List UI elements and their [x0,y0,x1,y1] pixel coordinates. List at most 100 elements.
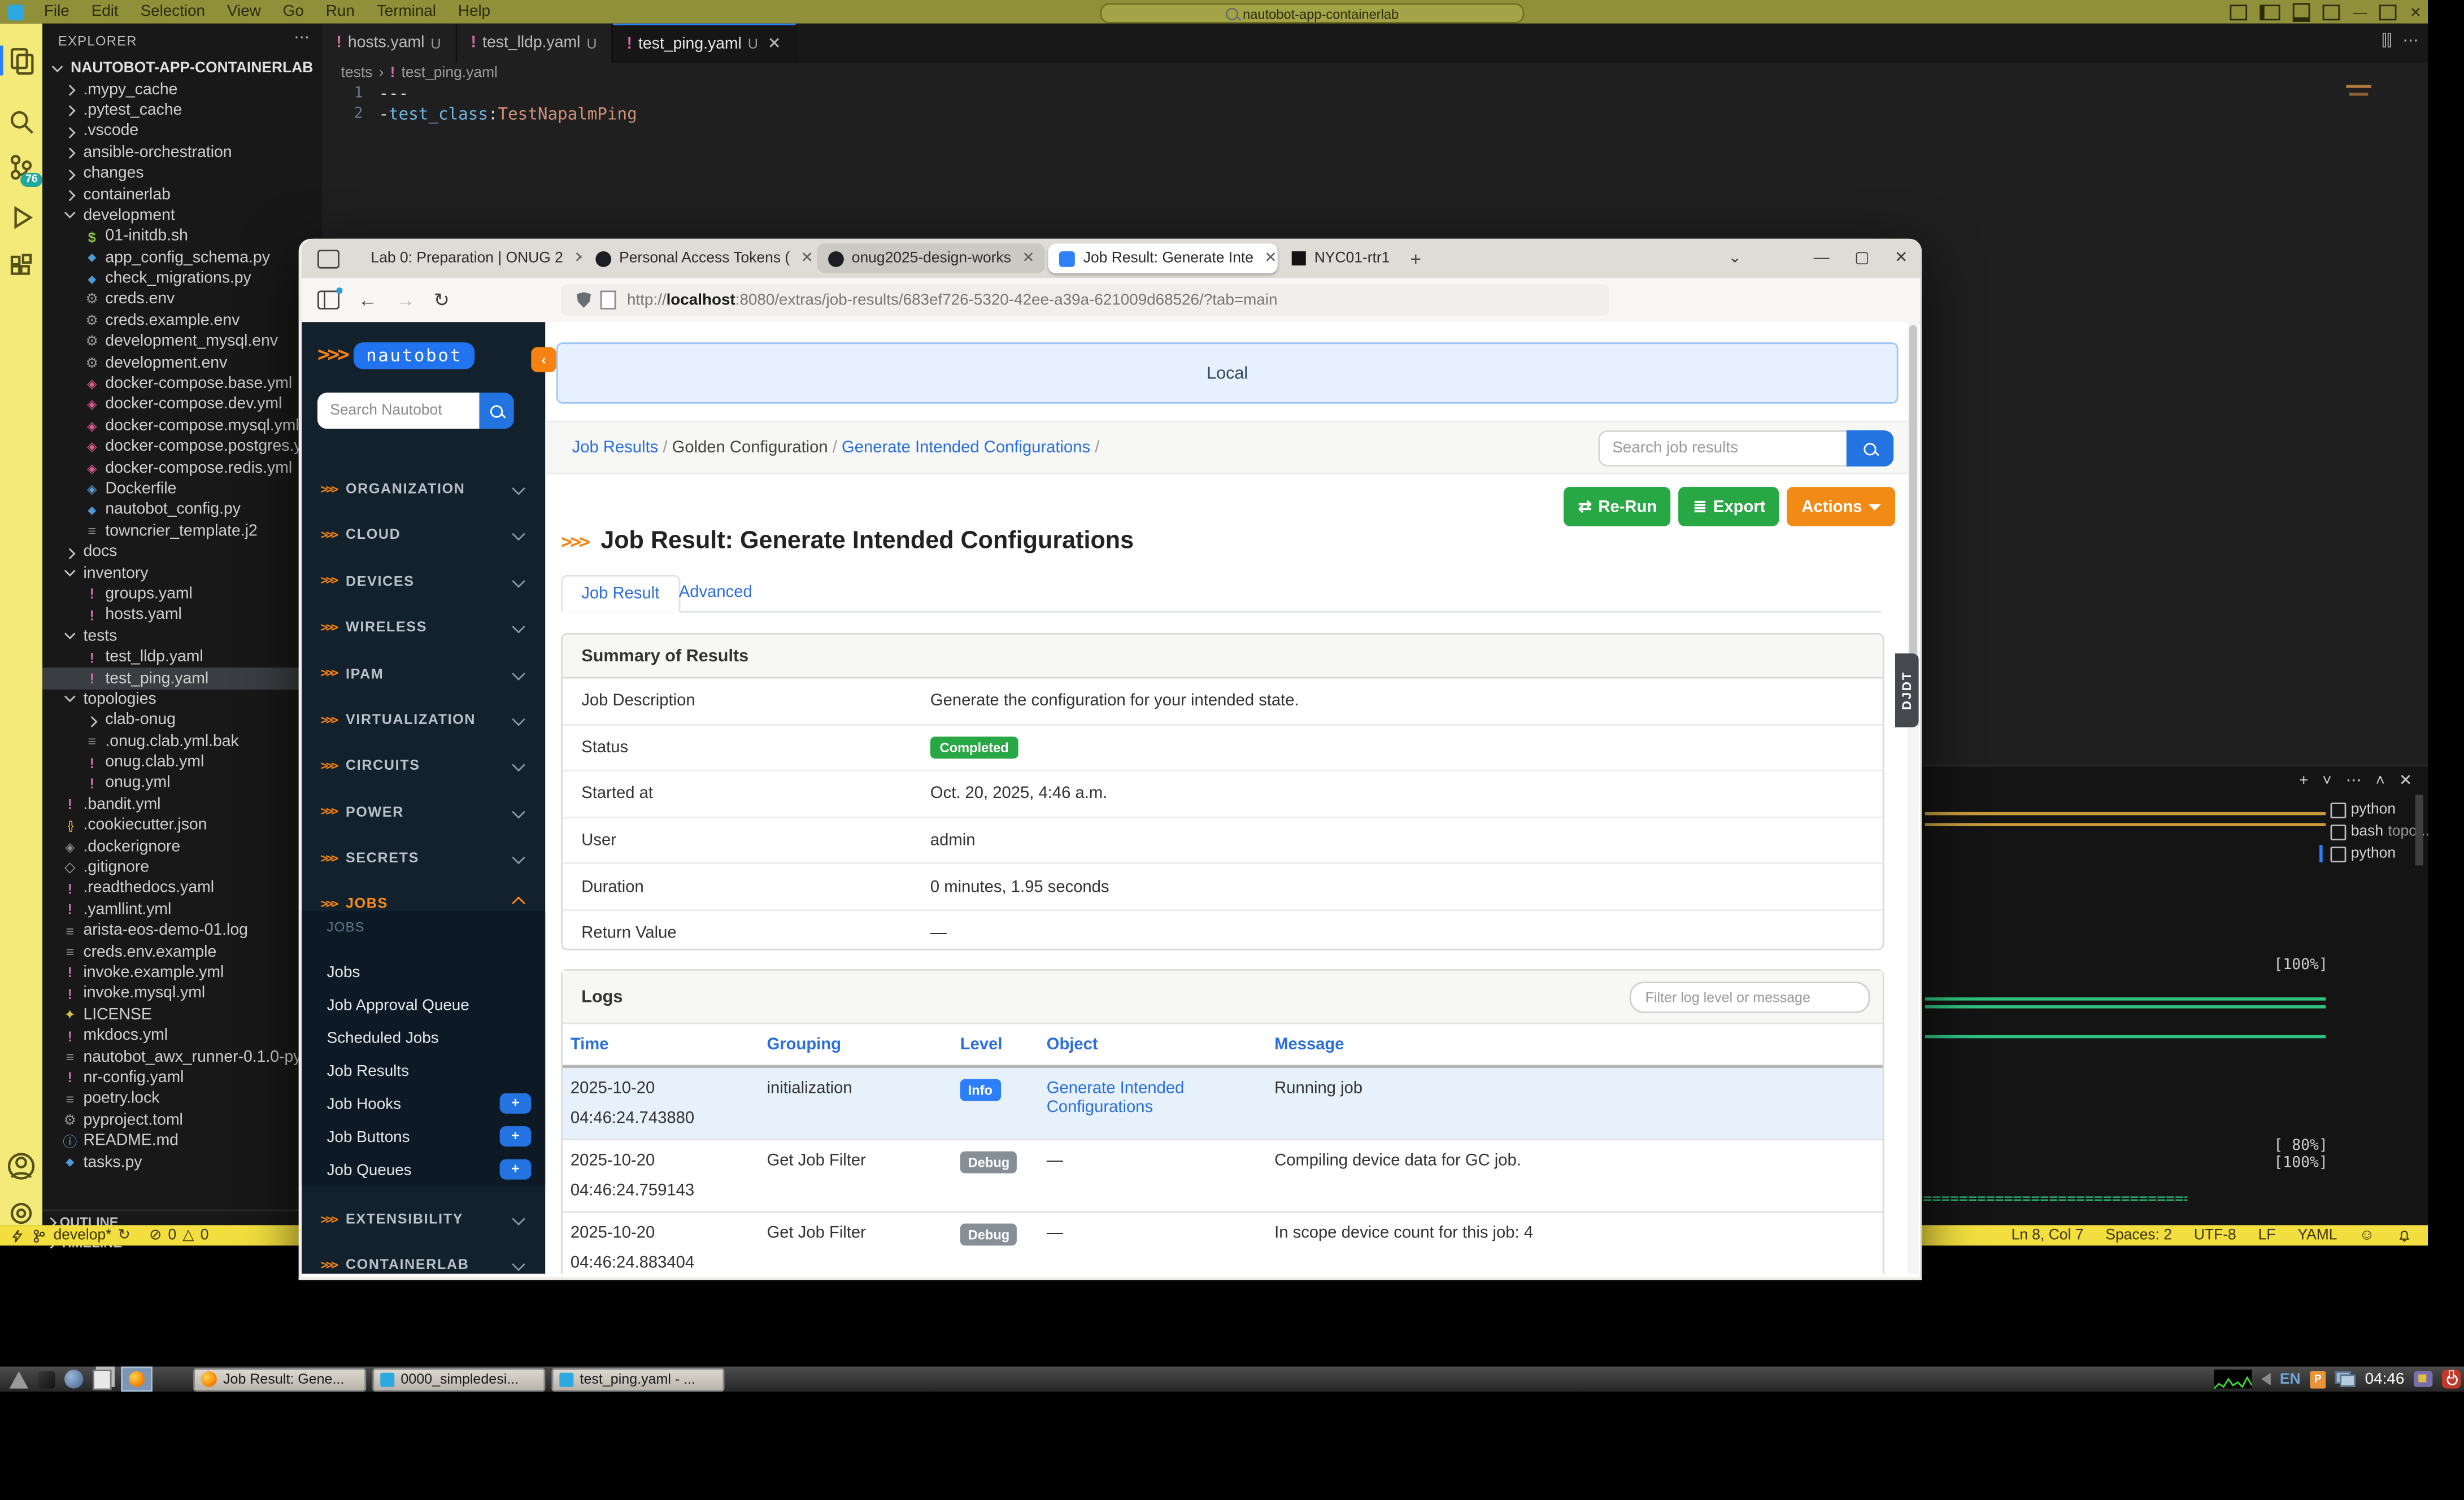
nav-section[interactable]: >>> WIRELESS [302,611,545,643]
status-items[interactable]: Ln 8, Col 7 Spaces: 2 UTF-8 LF YAML [2012,1227,2337,1244]
status-item[interactable]: YAML [2297,1227,2337,1244]
restore-button[interactable] [2380,5,2397,21]
editor-tab[interactable]: ! test_ping.yaml U ✕ [612,23,797,63]
menu-item[interactable]: Selection [129,3,216,21]
explorer-item[interactable]: ! mkdocs.yml [42,1026,322,1046]
explorer-item[interactable]: ! onug.yml [42,773,322,794]
explorer-item[interactable]: ≡ arista-eos-demo-01.log [42,921,322,941]
menu-item[interactable]: Help [447,3,501,21]
nav-section[interactable]: >>> SECRETS [302,842,545,874]
explorer-item[interactable]: ⚙ development_mysql.env [42,332,322,352]
log-column-header[interactable]: Grouping [759,1024,952,1065]
nav-section[interactable]: >>> CONTAINERLAB [302,1249,545,1274]
task-window-button[interactable]: Job Result: Gene... [193,1367,367,1391]
export-button[interactable]: ≣ Export [1679,487,1780,526]
editor-tab[interactable]: ! hosts.yaml U ✕ [322,23,457,63]
explorer-item[interactable]: ≡ towncrier_template.j2 [42,521,322,542]
browser-minimize-button[interactable]: — [1814,250,1830,267]
explorer-item[interactable]: ◈ docker-compose.redis.yml [42,458,322,479]
page-info-icon[interactable] [600,290,616,309]
explorer-item[interactable]: ◈ Dockerfile [42,479,322,500]
explorer-item[interactable]: NAUTOBOT-APP-CONTAINERLAB [42,58,322,79]
explorer-item[interactable]: ⚙ development.env [42,352,322,373]
explorer-item[interactable]: ! .readthedocs.yaml [42,878,322,899]
explorer-item[interactable]: .vscode [42,121,322,142]
job-search-input[interactable]: Search job results [1598,430,1847,467]
git-branch-label[interactable]: develop* [54,1227,112,1244]
log-column-header[interactable]: Message [1266,1024,1883,1065]
browser-tab[interactable]: Job Result: Generate Inte ✕ [1048,243,1278,273]
nav-section[interactable]: >>> CLOUD [302,519,545,551]
explorer-item[interactable]: ! test_lldp.yaml [42,647,322,668]
workspace-switcher-icon[interactable] [2335,1371,2356,1387]
terminal-toolbar[interactable]: + ˅ ⋯ ˄ ✕ [2299,773,2412,790]
tab-close-icon[interactable]: ✕ [768,36,781,53]
back-icon[interactable]: ← [358,289,377,311]
explorer-item[interactable]: ! onug.clab.yml [42,752,322,773]
screen-lock-icon[interactable] [2413,1371,2433,1387]
menu-item[interactable]: View [216,3,272,21]
explorer-item[interactable]: ✦ LICENSE [42,1005,322,1026]
menu-item[interactable]: Edit [80,3,129,21]
explorer-item[interactable]: ≡ poetry.lock [42,1089,322,1110]
search-icon[interactable] [6,107,36,137]
explorer-item[interactable]: ! .bandit.yml [42,794,322,815]
submenu-item[interactable]: Job Results + [327,1060,409,1082]
customize-layout-icon[interactable] [2230,5,2248,21]
job-search-button[interactable] [1846,430,1894,467]
explorer-item[interactable]: ! test_ping.yaml [42,668,323,690]
explorer-item[interactable]: ≡ .onug.clab.yml.bak [42,731,322,752]
submenu-item[interactable]: Job Buttons + [327,1126,532,1148]
nautobot-logo[interactable]: >>> nautobot [317,342,475,369]
new-tab-button[interactable]: + [1411,247,1422,269]
reload-icon[interactable]: ↻ [434,289,450,311]
app-menu-icon[interactable] [9,1370,29,1388]
power-button-icon[interactable] [2442,1370,2461,1389]
explorer-item[interactable]: ansible-orchestration [42,142,322,163]
log-object[interactable]: Generate Intended Configurations [1039,1068,1266,1139]
extensions-icon[interactable] [6,251,36,281]
errors-icon[interactable]: ⊘ [149,1227,162,1244]
tab-close-icon[interactable]: ✕ [1022,250,1034,267]
log-column-header[interactable]: Level [952,1024,1039,1065]
explorer-item[interactable]: {} .cookiecutter.json [42,816,322,836]
explorer-item[interactable]: ⓘ README.md [42,1131,322,1152]
explorer-item[interactable]: ! hosts.yaml [42,605,322,626]
keyboard-layout-indicator[interactable]: EN [2280,1371,2301,1388]
url-bar[interactable]: http://localhost:8080/extras/job-results… [561,284,1609,316]
explorer-item[interactable]: ! invoke.example.yml [42,962,322,983]
rerun-button[interactable]: ⇄ Re-Run [1564,487,1671,526]
nav-section[interactable]: >>> POWER [302,796,545,828]
tab-job-result[interactable]: Job Result [561,574,680,613]
explorer-item[interactable]: ⚙ pyproject.toml [42,1110,322,1131]
explorer-item[interactable]: inventory [42,563,322,584]
nav-section[interactable]: >>> DEVICES [302,565,545,597]
log-object[interactable]: — [1039,1213,1266,1274]
nav-section[interactable]: >>> EXTENSIBILITY [302,1203,545,1235]
run-debug-icon[interactable] [6,203,36,233]
status-item[interactable]: LF [2258,1227,2276,1244]
add-button[interactable]: + [499,1159,532,1180]
explorer-item[interactable]: ! groups.yaml [42,584,322,605]
explorer-item[interactable]: ◆ check_migrations.py [42,268,322,289]
toggle-panel-icon[interactable] [2293,3,2311,22]
menu-item[interactable]: Run [315,3,365,21]
submenu-item[interactable]: Jobs + [327,961,360,983]
browser-tab[interactable]: onug2025-design-works ✕ [817,243,1046,273]
clipboard-manager-icon[interactable]: P [2310,1370,2326,1388]
breadcrumb-link[interactable]: Generate Intended Configurations [842,438,1090,457]
launcher-icon[interactable] [37,1370,55,1388]
explorer-item[interactable]: ◈ .dockerignore [42,836,322,857]
volume-icon[interactable] [2261,1372,2271,1386]
explorer-item[interactable]: ≡ creds.env.example [42,941,322,962]
add-button[interactable]: + [499,1093,532,1114]
sidebar-toggle-icon[interactable] [317,287,343,309]
firefox-view-icon[interactable] [317,248,339,268]
log-object[interactable]: — [1039,1140,1266,1211]
nav-section[interactable]: >>> VIRTUALIZATION [302,704,545,735]
list-tabs-chevron-icon[interactable]: ⌄ [1728,250,1741,267]
nav-section[interactable]: >>> CIRCUITS [302,750,545,782]
globe-launcher-icon[interactable] [64,1370,84,1389]
django-debug-toolbar-tab[interactable]: DJDT [1895,653,1919,727]
explorer-item[interactable]: ◆ app_config_schema.py [42,247,322,268]
